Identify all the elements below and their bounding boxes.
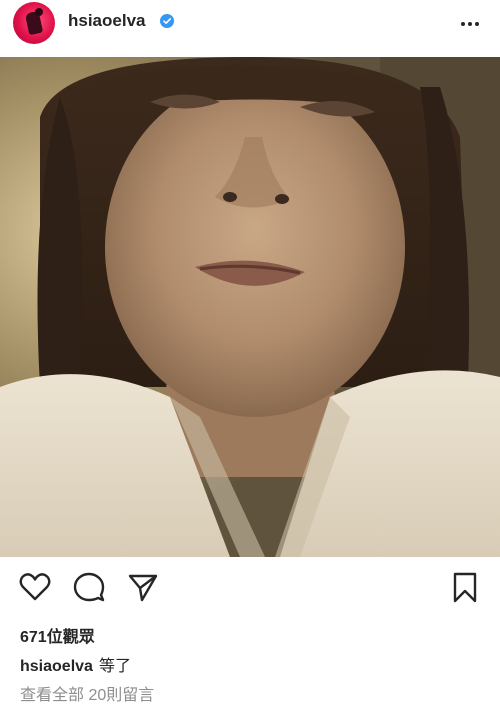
- view-count[interactable]: 671位觀眾: [20, 623, 95, 647]
- post-video-still: [0, 57, 500, 557]
- bookmark-icon[interactable]: [448, 570, 482, 604]
- verified-badge-icon: [160, 14, 174, 28]
- heart-icon[interactable]: [18, 570, 52, 604]
- action-bar: [0, 560, 500, 616]
- post-header: hsiaoelva: [0, 0, 500, 56]
- caption-username[interactable]: hsiaoelva: [20, 658, 93, 675]
- avatar-figure-head: [35, 8, 43, 16]
- comment-icon[interactable]: [72, 570, 106, 604]
- view-all-comments-link[interactable]: 查看全部 20則留言: [20, 681, 154, 705]
- send-icon[interactable]: [126, 570, 160, 604]
- caption-text: 等了: [98, 658, 131, 675]
- avatar[interactable]: [13, 2, 55, 44]
- post-media[interactable]: [0, 57, 500, 557]
- username-link[interactable]: hsiaoelva: [68, 11, 146, 31]
- post-caption: hsiaoelva 等了: [20, 652, 131, 676]
- more-options-icon[interactable]: [458, 12, 482, 36]
